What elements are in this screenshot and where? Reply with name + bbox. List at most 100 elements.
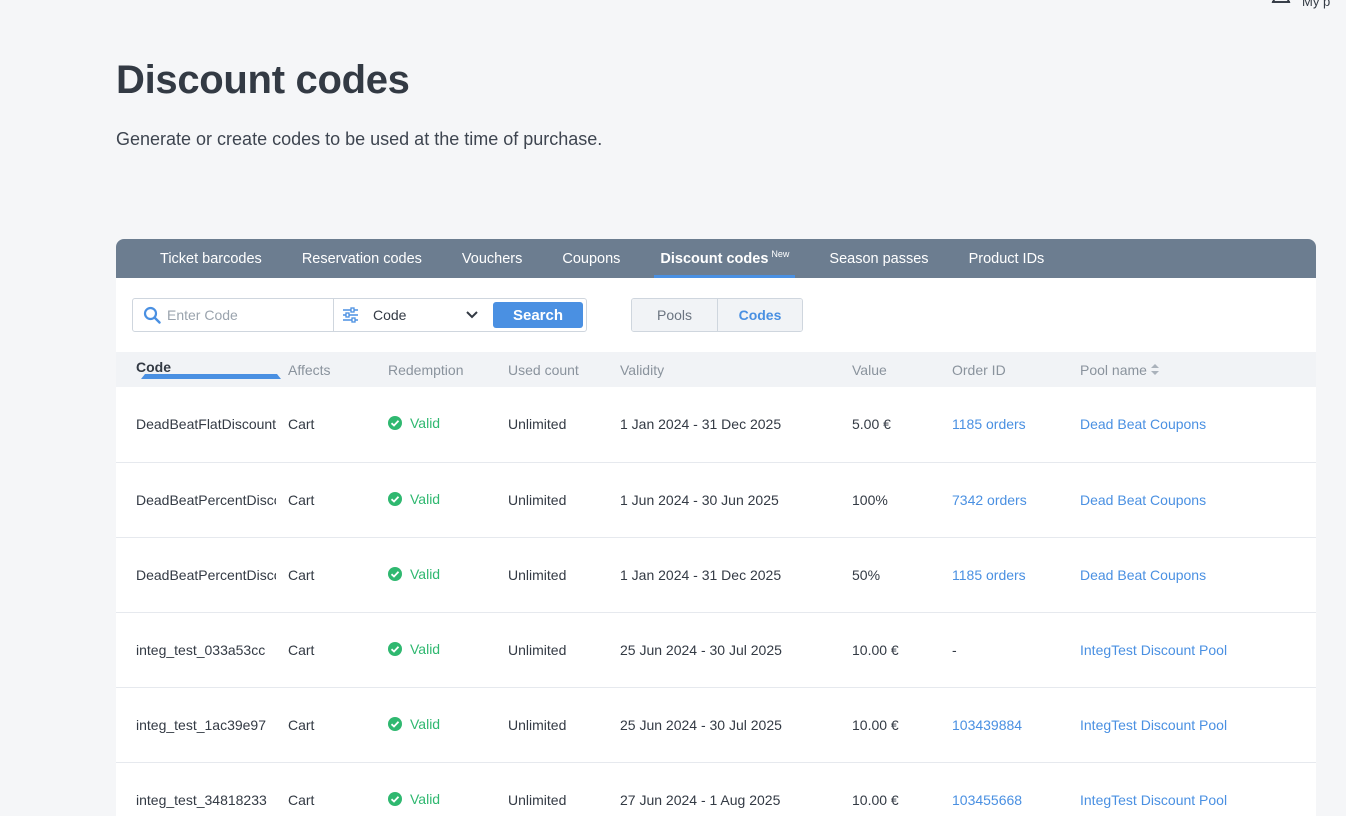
pool-name-link[interactable]: IntegTest Discount Pool [1080,687,1316,763]
column-header-pool-name[interactable]: Pool name [1080,352,1316,387]
status-badge: Valid [388,415,440,431]
codes-panel: Ticket barcodes Reservation codes Vouche… [116,239,1316,816]
tab-reservation-codes[interactable]: Reservation codes [282,239,442,278]
used-count-cell: Unlimited [508,537,620,613]
order-id-cell[interactable]: 7342 orders [952,462,1080,538]
chevron-down-icon[interactable] [465,309,479,321]
code-cell: integ_test_033a53cc [116,612,288,688]
redemption-cell: Valid [388,537,508,613]
search-icon [143,306,161,324]
used-count-cell: Unlimited [508,612,620,688]
tab-discount-codes[interactable]: Discount codes New [640,239,809,278]
tab-bar: Ticket barcodes Reservation codes Vouche… [116,239,1316,278]
column-header-code[interactable]: Code [116,352,288,387]
pool-name-link[interactable]: IntegTest Discount Pool [1080,612,1316,688]
codes-toggle-button[interactable]: Codes [717,299,802,331]
status-badge: Valid [388,716,440,732]
affects-cell: Cart [288,762,388,816]
redemption-cell: Valid [388,612,508,688]
column-header-used-count: Used count [508,361,579,378]
status-badge: Valid [388,791,440,807]
table-row[interactable]: integ_test_1ac39e97 Cart Valid Unlimited… [116,687,1316,763]
value-cell: 50% [852,537,952,613]
value-cell: 10.00 € [852,687,952,763]
value-cell: 5.00 € [852,387,952,463]
check-circle-icon [388,641,402,656]
value-cell: 10.00 € [852,762,952,816]
affects-cell: Cart [288,687,388,763]
validity-cell: 27 Jun 2024 - 1 Aug 2025 [620,762,852,816]
validity-cell: 1 Jan 2024 - 31 Dec 2025 [620,387,852,463]
check-circle-icon [388,566,402,581]
affects-cell: Cart [288,612,388,688]
code-cell: DeadBeatFlatDiscount [116,387,288,463]
status-badge: Valid [388,641,440,657]
check-circle-icon [388,491,402,506]
code-cell: DeadBeatPercentDiscount [116,537,288,613]
page-subtitle: Generate or create codes to be used at t… [116,129,603,149]
table-row[interactable]: integ_test_033a53cc Cart Valid Unlimited… [116,612,1316,688]
tab-vouchers[interactable]: Vouchers [442,239,542,278]
status-badge: Valid [388,491,440,507]
redemption-cell: Valid [388,462,508,538]
order-id-cell[interactable]: 1185 orders [952,537,1080,613]
used-count-cell: Unlimited [508,687,620,763]
table-header-row: Code Affects Redemption Used count Valid… [116,352,1316,387]
used-count-cell: Unlimited [508,462,620,538]
tab-season-passes[interactable]: Season passes [809,239,948,278]
affects-cell: Cart [288,387,388,463]
column-header-value: Value [852,361,887,378]
codes-table: Code Affects Redemption Used count Valid… [116,352,1316,816]
check-circle-icon [388,416,402,431]
value-cell: 100% [852,462,952,538]
order-id-cell[interactable]: 1185 orders [952,387,1080,463]
table-row[interactable]: DeadBeatPercentDiscount Cart Valid Unlim… [116,462,1316,538]
code-cell: integ_test_1ac39e97 [116,687,288,763]
sliders-icon [343,307,358,323]
validity-cell: 1 Jan 2024 - 31 Dec 2025 [620,537,852,613]
value-cell: 10.00 € [852,612,952,688]
tab-coupons[interactable]: Coupons [542,239,640,278]
order-id-cell[interactable]: 103439884 [952,687,1080,763]
column-header-redemption: Redemption [388,361,464,378]
column-header-order-id: Order ID [952,361,1006,378]
status-badge: Valid [388,566,440,582]
user-menu-label[interactable]: My p [1302,0,1330,9]
order-id-cell[interactable]: 103455668 [952,762,1080,816]
validity-cell: 1 Jun 2024 - 30 Jun 2025 [620,462,852,538]
used-count-cell: Unlimited [508,762,620,816]
affects-cell: Cart [288,462,388,538]
search-button[interactable]: Search [493,302,583,328]
pool-name-link[interactable]: Dead Beat Coupons [1080,387,1316,463]
table-row[interactable]: DeadBeatFlatDiscount Cart Valid Unlimite… [116,387,1316,463]
tab-product-ids[interactable]: Product IDs [949,239,1065,278]
sort-icon [1150,364,1159,376]
pool-name-link[interactable]: Dead Beat Coupons [1080,537,1316,613]
tab-ticket-barcodes[interactable]: Ticket barcodes [140,239,282,278]
top-bar: My p [1266,0,1346,14]
check-circle-icon [388,791,402,806]
code-cell: DeadBeatPercentDiscount [116,462,288,538]
view-toggle: Pools Codes [631,298,803,332]
pool-name-link[interactable]: IntegTest Discount Pool [1080,762,1316,816]
search-input[interactable] [167,304,327,326]
check-circle-icon [388,716,402,731]
code-cell: integ_test_34818233 [116,762,288,816]
pools-toggle-button[interactable]: Pools [632,299,717,331]
search-field-select[interactable]: Code [373,307,406,323]
new-badge: New [771,248,790,259]
validity-cell: 25 Jun 2024 - 30 Jul 2025 [620,612,852,688]
table-row[interactable]: DeadBeatPercentDiscount Cart Valid Unlim… [116,537,1316,613]
search-box: Code Search [132,298,587,332]
column-header-validity: Validity [620,361,665,378]
toolbar: Code Search Pools Codes [116,278,1316,352]
order-id-cell[interactable]: - [952,612,1080,688]
pool-name-link[interactable]: Dead Beat Coupons [1080,462,1316,538]
table-row[interactable]: integ_test_34818233 Cart Valid Unlimited… [116,762,1316,816]
column-header-affects: Affects [288,361,331,378]
bell-icon[interactable] [1270,0,1292,8]
redemption-cell: Valid [388,687,508,763]
search-divider [333,299,334,331]
redemption-cell: Valid [388,387,508,463]
sort-asc-icon [141,374,281,379]
